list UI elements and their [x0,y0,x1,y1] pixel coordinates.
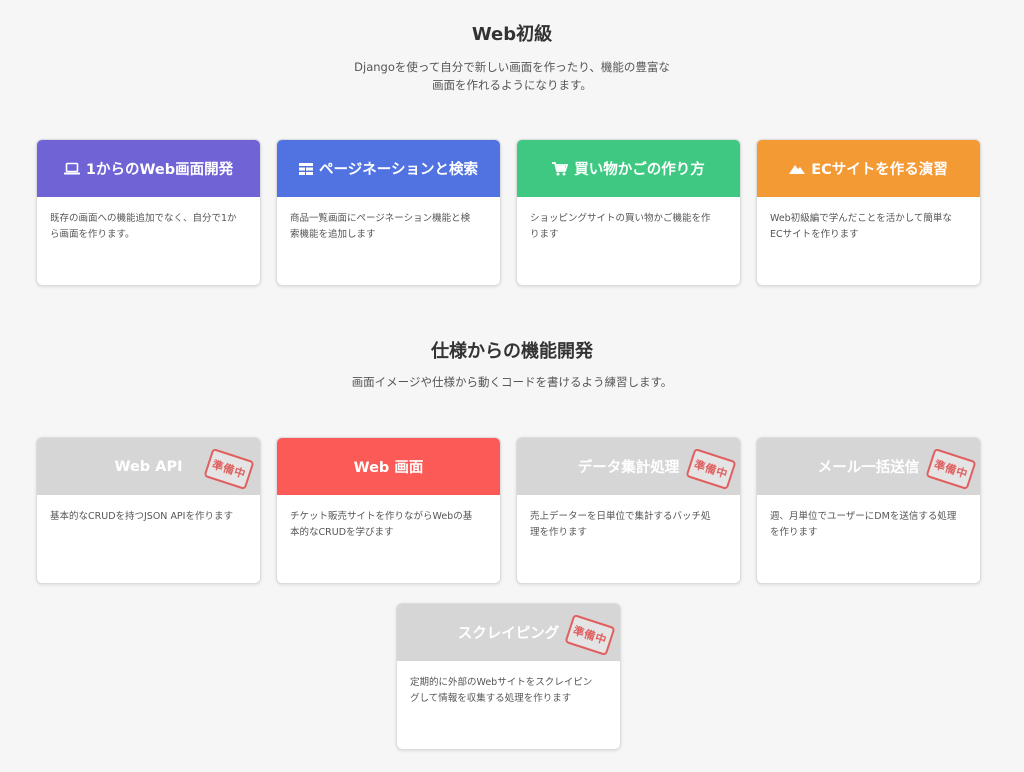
course-card-header: メール一括送信 準備中 [757,438,980,495]
section-description-line: 画面を作れるようになります。 [432,78,592,92]
description-line: 既存の画面への機能追加でなく、自分で1か [50,213,237,224]
course-card-description: 基本的なCRUDを持つJSON APIを作ります [37,495,260,525]
section-title-spec-development: 仕様からの機能開発 [431,341,593,362]
course-card-header: データ集計処理 準備中 [517,438,740,495]
course-card-description: 商品一覧画面にページネーション機能と検 索機能を追加します [277,197,500,243]
course-card-shopping-cart[interactable]: 買い物かごの作り方 ショッピングサイトの買い物かご機能を作 ります [516,139,741,286]
description-line: 定期的に外部のWebサイトをスクレイピン [410,677,593,688]
course-card-pagination-search[interactable]: ページネーションと検索 商品一覧画面にページネーション機能と検 索機能を追加しま… [276,139,501,286]
description-line: を作ります [770,527,818,538]
description-line: チケット販売サイトを作りながらWebの基 [290,511,473,522]
section-description-spec-development: 画面イメージや仕様から動くコードを書けるよう練習します。 [0,373,1024,391]
section-description-line: 画面イメージや仕様から動くコードを書けるよう練習します。 [351,375,673,389]
laptop-icon [63,162,80,175]
course-card-scraping[interactable]: スクレイピング 準備中 定期的に外部のWebサイトをスクレイピン グして情報を収… [396,603,621,750]
description-line: 売上データーを日単位で集計するバッチ処 [530,511,711,522]
description-line: ECサイトを作ります [770,229,859,240]
course-card-title: ページネーションと検索 [319,162,478,178]
course-card-title: ECサイトを作る演習 [811,162,948,178]
course-card-description: 売上データーを日単位で集計するバッチ処 理を作ります [517,495,740,541]
course-card-title: スクレイピング [457,626,560,642]
description-line: 本的なCRUDを学びます [290,527,394,538]
section-title-web-basic: Web初級 [471,24,553,45]
table-icon [299,162,314,175]
course-card-header: ECサイトを作る演習 [757,140,980,197]
description-line: 理を作ります [530,527,588,538]
cart-icon [552,161,569,176]
course-card-title: Web API [114,458,183,475]
coming-soon-stamp: 準備中 [203,447,255,491]
course-card-web-screen[interactable]: Web 画面 チケット販売サイトを作りながらWebの基 本的なCRUDを学びます [276,437,501,584]
course-card-header: 買い物かごの作り方 [517,140,740,197]
description-line: グして情報を収集する処理を作ります [410,693,572,704]
course-card-title: 買い物かごの作り方 [574,162,705,178]
course-card-description: Web初級編で学んだことを活かして簡単な ECサイトを作ります [757,197,980,243]
course-card-description: 週、月単位でユーザーにDMを送信する処理 を作ります [757,495,980,541]
course-card-title: Web 画面 [353,460,424,476]
course-card-description: ショッピングサイトの買い物かご機能を作 ります [517,197,740,243]
course-card-bulk-mail[interactable]: メール一括送信 準備中 週、月単位でユーザーにDMを送信する処理 を作ります [756,437,981,584]
description-line: 基本的なCRUDを持つJSON APIを作ります [50,511,233,522]
course-card-header: スクレイピング 準備中 [397,604,620,661]
course-card-description: 既存の画面への機能追加でなく、自分で1か ら画面を作ります。 [37,197,260,243]
course-card-description: チケット販売サイトを作りながらWebの基 本的なCRUDを学びます [277,495,500,541]
course-card-ec-site-exercise[interactable]: ECサイトを作る演習 Web初級編で学んだことを活かして簡単な ECサイトを作り… [756,139,981,286]
course-card-title: 1からのWeb画面開発 [85,162,234,178]
course-card-web-api[interactable]: Web API 準備中 基本的なCRUDを持つJSON APIを作ります [36,437,261,584]
description-line: 商品一覧画面にページネーション機能と検 [290,213,471,224]
course-card-title: メール一括送信 [817,460,920,476]
course-card-header: Web API 準備中 [37,438,260,495]
course-card-data-aggregation[interactable]: データ集計処理 準備中 売上データーを日単位で集計するバッチ処 理を作ります [516,437,741,584]
section-description-line: Djangoを使って自分で新しい画面を作ったり、機能の豊富な [354,60,670,74]
section-description-web-basic: Djangoを使って自分で新しい画面を作ったり、機能の豊富な 画面を作れるように… [0,58,1024,94]
course-card-web-screen-from-scratch[interactable]: 1からのWeb画面開発 既存の画面への機能追加でなく、自分で1か ら画面を作りま… [36,139,261,286]
coming-soon-stamp: 準備中 [685,447,737,491]
description-line: 週、月単位でユーザーにDMを送信する処理 [770,511,957,522]
description-line: 索機能を追加します [290,229,376,240]
course-card-title: データ集計処理 [577,460,680,476]
course-card-header: ページネーションと検索 [277,140,500,197]
description-line: ら画面を作ります。 [50,229,135,240]
description-line: Web初級編で学んだことを活かして簡単な [770,213,952,224]
course-card-description: 定期的に外部のWebサイトをスクレイピン グして情報を収集する処理を作ります [397,661,620,707]
course-card-header: 1からのWeb画面開発 [37,140,260,197]
coming-soon-stamp: 準備中 [925,447,977,491]
coming-soon-stamp: 準備中 [564,613,616,657]
course-card-header: Web 画面 [277,438,500,495]
mountain-icon [789,163,806,174]
description-line: ります [530,229,559,240]
description-line: ショッピングサイトの買い物かご機能を作 [530,213,711,224]
